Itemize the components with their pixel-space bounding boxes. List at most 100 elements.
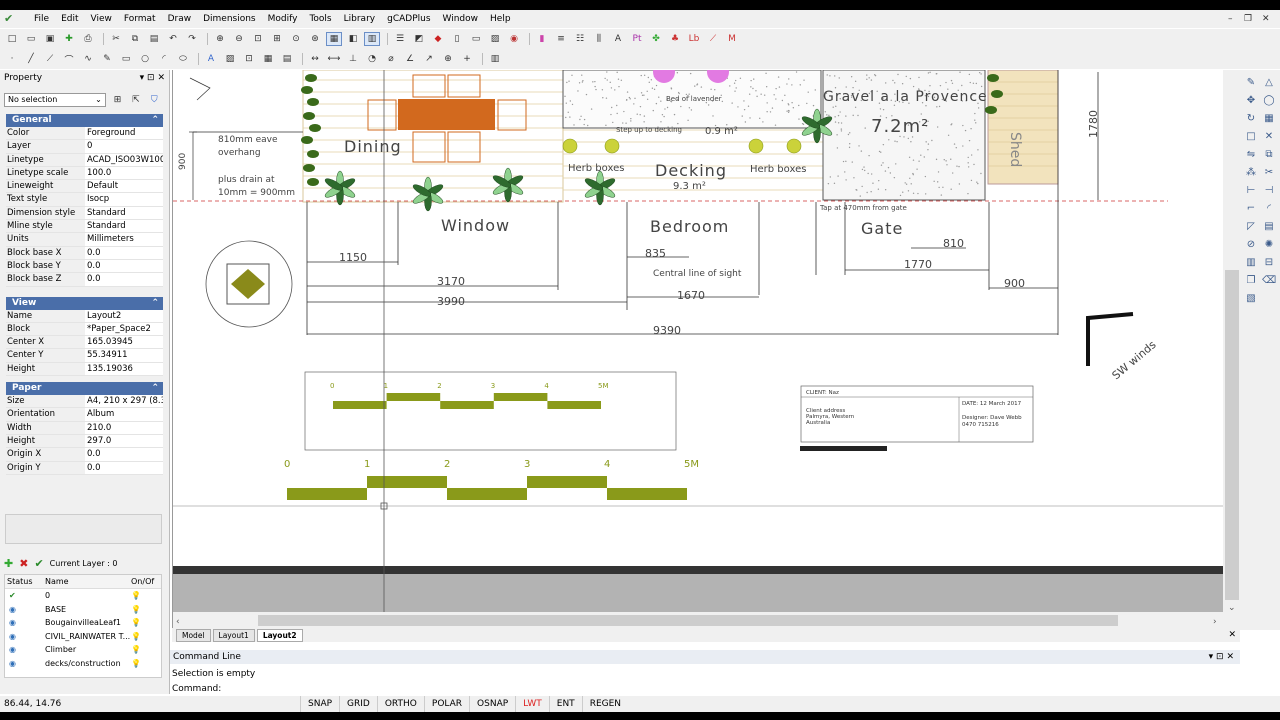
minimize-icon[interactable]: – [1228,10,1233,28]
trim-icon[interactable]: ⊢ [1244,184,1258,198]
section-paper[interactable]: Paper ⌃ [6,382,163,396]
quick-select-icon[interactable]: ⊞ [110,93,125,107]
lightbulb-icon[interactable]: 💡 [131,616,141,630]
property-value[interactable]: 55.34911 [85,349,163,362]
property-row[interactable]: Dimension style Standard [6,206,163,221]
menu-help[interactable]: Help [484,10,517,28]
property-row[interactable]: Height 135.19036 [6,362,163,377]
close-drawing-icon[interactable]: ✕ [1228,630,1236,640]
dup-icon[interactable]: ⧉ [1262,148,1276,162]
ellipse-icon[interactable]: ◯ [1262,94,1276,108]
status-polar[interactable]: POLAR [423,696,469,712]
property-value[interactable]: 0 [85,140,163,153]
copy-icon[interactable]: ⧉ [127,32,143,46]
property-row[interactable]: Block *Paper_Space2 [6,322,163,337]
properties-icon[interactable]: ▦ [326,32,342,46]
xline-icon[interactable]: ⟋ [42,52,58,66]
drawing-canvas[interactable]: Dining Decking Gravel a la Provence 7.2m… [172,70,1240,630]
property-value[interactable]: 297.0 [85,434,163,448]
scroll-down-icon[interactable]: ⌄ [1228,603,1236,613]
selection-dropdown[interactable]: No selection ⌄ [4,93,106,107]
break-icon[interactable]: ⊟ [1262,256,1276,270]
linetype-icon[interactable]: ≡ [553,32,569,46]
status-grid[interactable]: GRID [339,696,377,712]
gcad-tool-icon[interactable]: ✤ [648,32,664,46]
dim-radius-icon[interactable]: ◔ [364,52,380,66]
zoom-previous-icon[interactable]: ⊙ [288,32,304,46]
tolerance-icon[interactable]: ⊕ [440,52,456,66]
fillet-icon[interactable]: ◜ [1262,202,1276,216]
property-row[interactable]: Lineweight Default [6,180,163,194]
layer-status[interactable]: ✔ [5,589,45,603]
hook-icon[interactable]: ⌐ [1244,202,1258,216]
layer-row[interactable]: ◉ Climber 💡 [5,643,161,657]
layer-state-icon[interactable]: ◩ [411,32,427,46]
gcad-measure-icon[interactable]: ⟋ [705,32,721,46]
property-value[interactable]: 0.0 [85,259,163,273]
cross-icon[interactable]: ✕ [1262,130,1276,144]
tab-model[interactable]: Model [176,628,211,642]
property-row[interactable]: Height 297.0 [6,434,163,449]
restore-icon[interactable]: ❐ [1244,10,1252,28]
select-objects-icon[interactable]: ⇱ [128,93,143,107]
status-osnap[interactable]: OSNAP [469,696,515,712]
status-snap[interactable]: SNAP [300,696,339,712]
eye-icon[interactable]: ◉ [5,643,45,657]
menu-tools[interactable]: Tools [303,10,337,28]
property-value[interactable]: Millimeters [85,233,163,246]
menu-library[interactable]: Library [338,10,381,28]
text-edit-icon[interactable]: A [610,32,626,46]
layer-name[interactable]: decks/construction [45,657,131,671]
property-value[interactable]: 100.0 [85,166,163,180]
mirror-icon[interactable]: ⇋ [1244,148,1258,162]
header-status[interactable]: Status [5,575,45,588]
rotate-icon[interactable]: ↻ [1244,112,1258,126]
point-icon[interactable]: · [4,52,20,66]
hatch-icon[interactable]: ▨ [222,52,238,66]
section-view[interactable]: View ⌃ [6,296,163,310]
property-row[interactable]: Text style Isocp [6,193,163,207]
property-value[interactable]: A4, 210 x 297 (8.3 x [85,395,163,408]
vertical-scroll-thumb[interactable] [1225,270,1239,600]
property-value[interactable]: Isocp [85,193,163,206]
new-icon[interactable]: □ [4,32,20,46]
square-icon[interactable]: □ [1244,130,1258,144]
image-icon[interactable]: ▨ [487,32,503,46]
property-row[interactable]: Linetype scale 100.0 [6,166,163,181]
layers-icon[interactable]: ◧ [345,32,361,46]
drawing-svg[interactable]: Dining Decking Gravel a la Provence 7.2m… [173,70,1240,630]
tab-layout1[interactable]: Layout1 [212,628,255,642]
dim-angle-icon[interactable]: ∠ [402,52,418,66]
stack-icon[interactable]: ▧ [1244,292,1258,306]
new-layer-icon[interactable]: ✚ [4,557,13,570]
gcad-plant-icon[interactable]: ♣ [667,32,683,46]
property-value[interactable]: Layout2 [85,309,163,322]
undo-icon[interactable]: ↶ [165,32,181,46]
property-row[interactable]: Block base X 0.0 [6,246,163,260]
center-mark-icon[interactable]: + [459,52,475,66]
block-icon[interactable]: ▯ [449,32,465,46]
region-icon[interactable]: ▦ [260,52,276,66]
save-icon[interactable]: ▣ [42,32,58,46]
property-value[interactable]: 0.0 [85,246,163,259]
zoom-window-icon[interactable]: ⊡ [250,32,266,46]
layer-name[interactable]: 0 [45,589,131,603]
gcad-label-icon[interactable]: Lb [686,32,702,46]
plot-style-icon[interactable]: Pt [629,32,645,46]
spline-icon[interactable]: ∿ [80,52,96,66]
command-input[interactable]: Command: [170,682,1240,696]
status-regen[interactable]: REGEN [581,696,628,712]
property-row[interactable]: Center Y 55.34911 [6,349,163,363]
erase-icon[interactable]: ⌫ [1262,274,1276,288]
table-icon[interactable]: ▤ [279,52,295,66]
gcad-module-icon[interactable]: M [724,32,740,46]
property-row[interactable]: Orientation Album [6,408,163,422]
layer-name[interactable]: BASE [45,603,131,617]
property-value[interactable]: *Paper_Space2 [85,322,163,336]
property-value[interactable]: Standard [85,206,163,220]
property-row[interactable]: Block base Y 0.0 [6,259,163,274]
delete-layer-icon[interactable]: ✖ [19,557,28,570]
menu-draw[interactable]: Draw [162,10,198,28]
command-panel-controls-icon[interactable]: ▾ ⊡ ✕ [1209,650,1234,664]
triangle-icon[interactable]: △ [1262,76,1276,90]
